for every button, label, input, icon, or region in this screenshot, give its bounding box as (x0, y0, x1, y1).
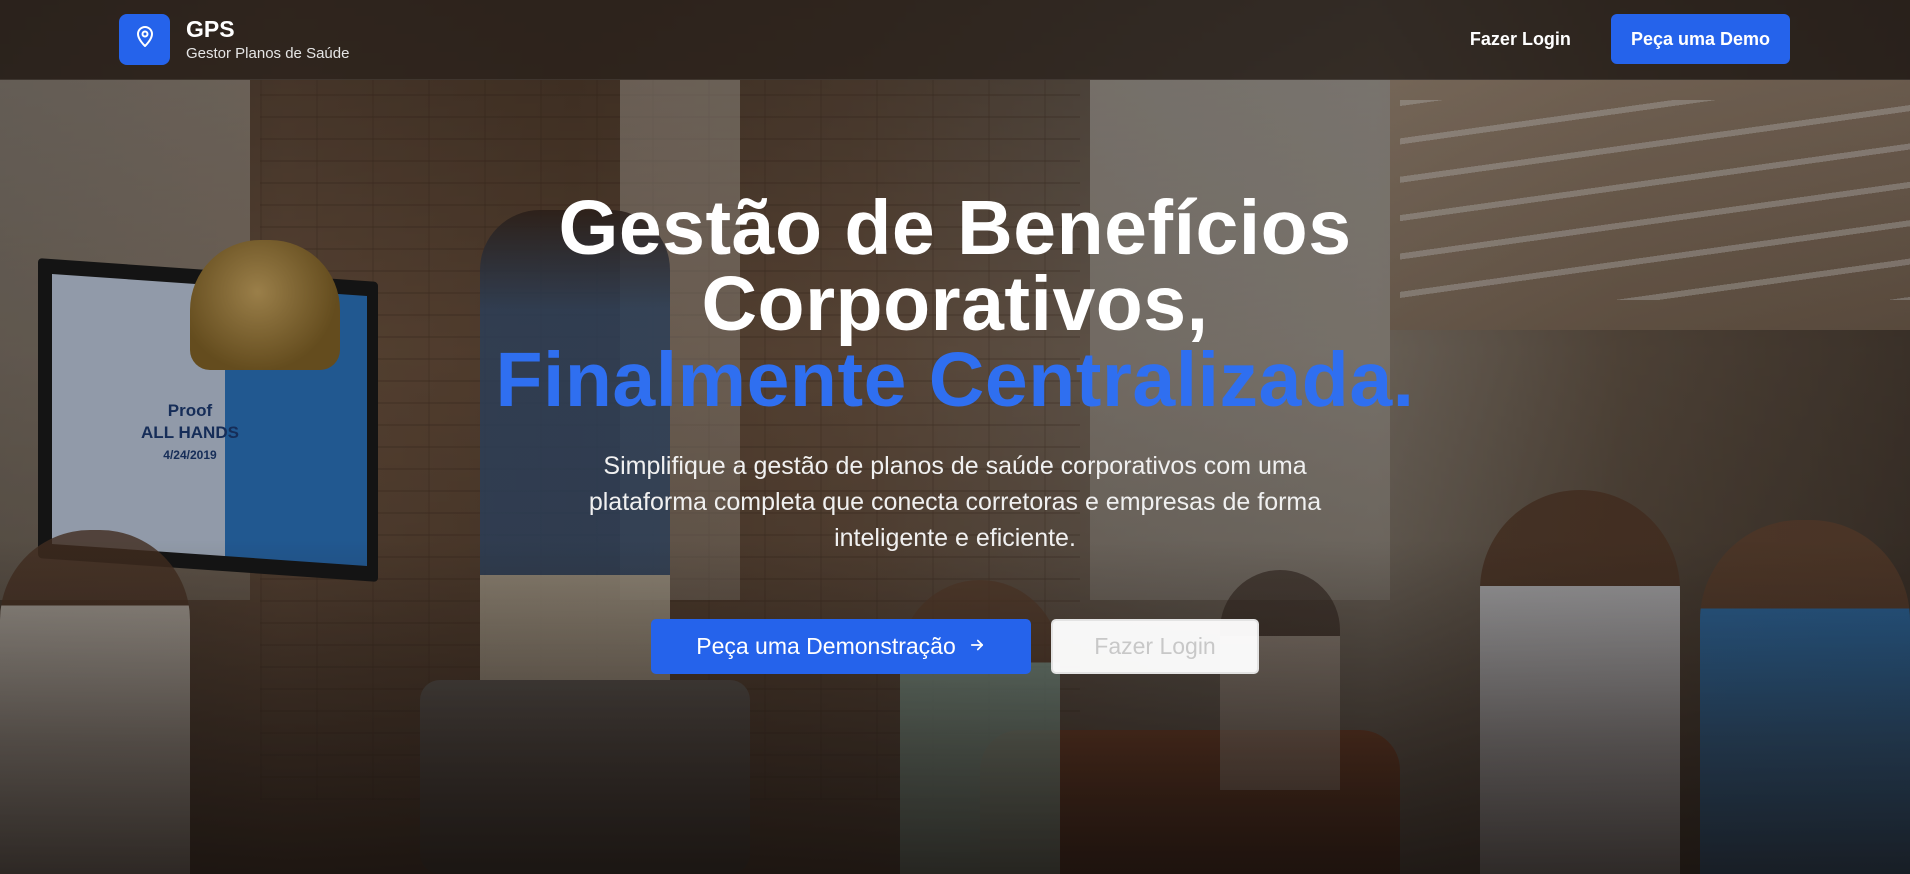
header-nav: Fazer Login Peça uma Demo (1470, 14, 1790, 64)
site-header: GPS Gestor Planos de Saúde Fazer Login P… (0, 0, 1910, 80)
arrow-right-icon (968, 633, 986, 660)
header-login-link[interactable]: Fazer Login (1470, 29, 1571, 50)
header-demo-button[interactable]: Peça uma Demo (1610, 14, 1790, 64)
brand-logo[interactable]: GPS Gestor Planos de Saúde (119, 14, 349, 65)
hero-title: Gestão de Benefícios Corporativos, Final… (495, 185, 1415, 423)
login-button[interactable]: Fazer Login (1051, 619, 1259, 674)
brand-text: GPS Gestor Planos de Saúde (186, 15, 349, 65)
request-demo-label: Peça uma Demonstração (696, 633, 956, 659)
request-demo-button[interactable]: Peça uma Demonstração (651, 619, 1031, 674)
hero-actions: Peça uma Demonstração Fazer Login (651, 619, 1259, 674)
hero-title-line2: Corporativos, (701, 261, 1209, 347)
brand-title: GPS (186, 15, 235, 42)
map-pin-icon (133, 25, 157, 54)
hero-description: Simplifique a gestão de planos de saúde … (588, 452, 1322, 552)
brand-subtitle: Gestor Planos de Saúde (186, 44, 350, 62)
hero-title-line1: Gestão de Benefícios (558, 185, 1352, 271)
hero-title-accent: Finalmente Centralizada. (495, 337, 1415, 423)
logo-mark (119, 14, 170, 65)
hero-section: Gestão de Benefícios Corporativos, Final… (0, 190, 1910, 674)
